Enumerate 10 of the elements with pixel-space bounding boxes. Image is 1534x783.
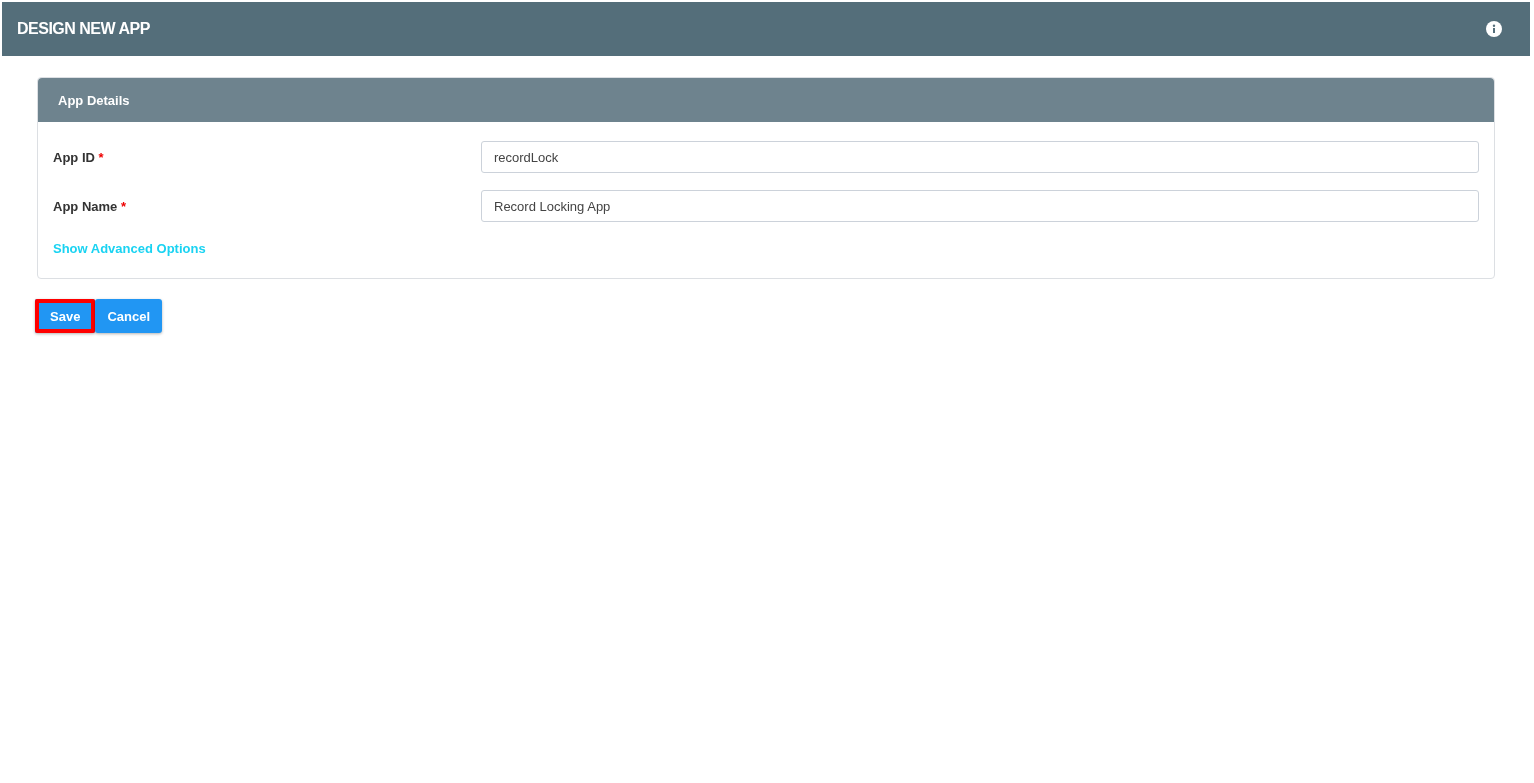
field-label: App ID *	[53, 149, 105, 165]
page-title: DESIGN NEW APP	[17, 20, 150, 38]
text-field[interactable]: recordLock	[481, 141, 1479, 173]
info-icon[interactable]	[1486, 21, 1502, 37]
cancel-button[interactable]: Cancel	[95, 299, 162, 333]
field-label: App Name *	[53, 198, 127, 214]
text-field[interactable]: Record Locking App	[481, 190, 1479, 222]
save-button[interactable]: Save	[35, 299, 96, 333]
card-title: App Details	[58, 92, 130, 108]
advanced-options-link[interactable]: Show Advanced Options	[53, 241, 206, 256]
